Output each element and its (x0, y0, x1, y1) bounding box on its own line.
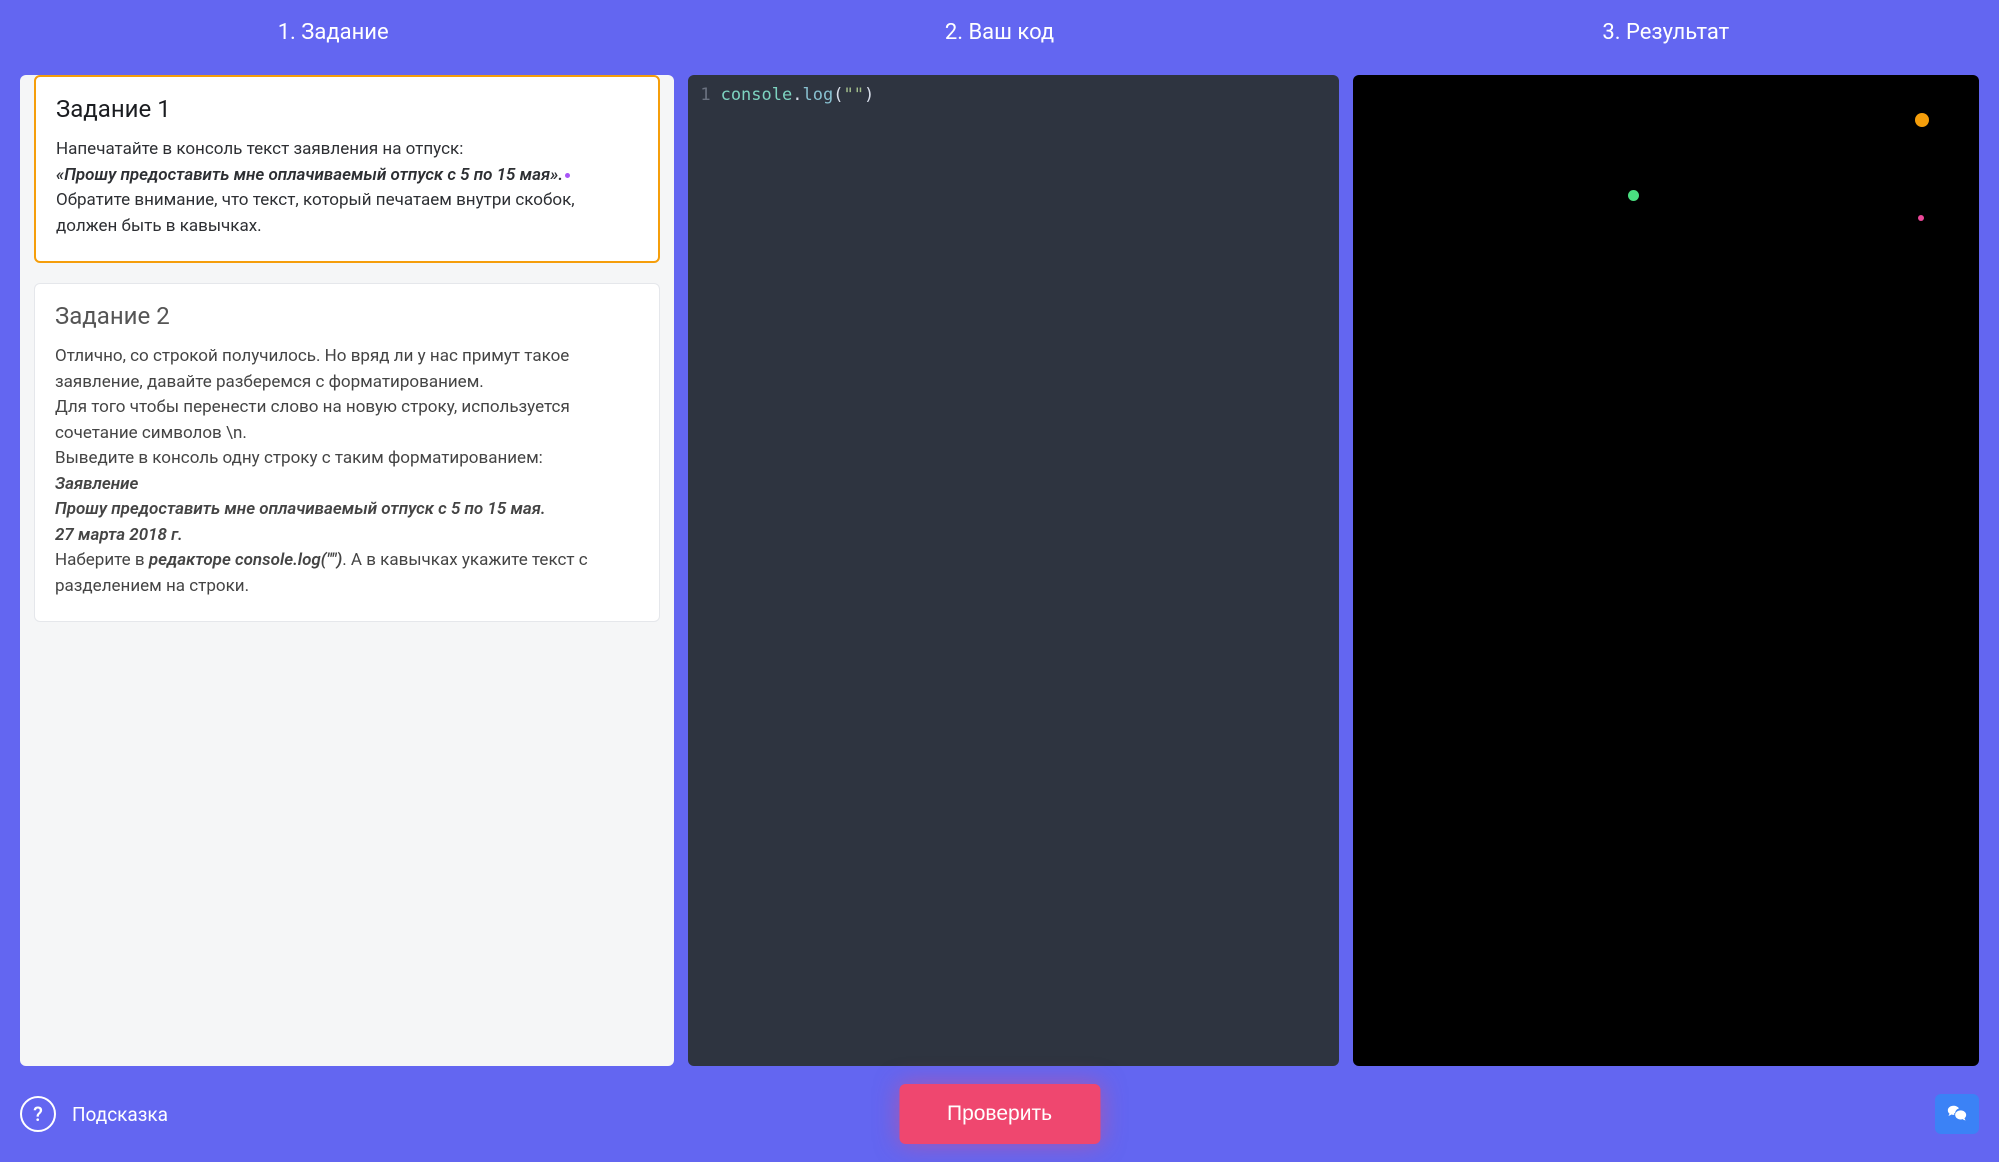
task-text: Наберите в (55, 550, 149, 570)
tab-task[interactable]: 1. Задание (0, 20, 666, 45)
footer-bar: ? Подсказка Проверить (0, 1066, 1999, 1162)
tasks-panel[interactable]: Задание 1 Напечатайте в консоль текст за… (20, 75, 674, 1066)
chat-icon (1946, 1103, 1968, 1125)
task-text: Для того чтобы перенести слово на новую … (55, 397, 570, 443)
task-title: Задание 2 (55, 302, 639, 330)
task-card-1[interactable]: Задание 1 Напечатайте в консоль текст за… (34, 75, 660, 263)
decorative-dot (1918, 215, 1924, 221)
code-content[interactable]: console.log("") (721, 85, 875, 105)
task-card-2[interactable]: Задание 2 Отлично, со строкой получилось… (34, 283, 660, 622)
main-area: Задание 1 Напечатайте в консоль текст за… (0, 75, 1999, 1066)
task-title: Задание 1 (56, 95, 638, 123)
code-editor[interactable]: 1 console.log("") (688, 75, 1338, 1066)
task-body: Отлично, со строкой получилось. Но вряд … (55, 344, 639, 599)
hint-label: Подсказка (72, 1103, 168, 1126)
decorative-dot (1628, 190, 1639, 201)
task-em: 27 марта 2018 г. (55, 525, 183, 545)
question-icon: ? (20, 1096, 56, 1132)
task-text: Обратите внимание, что текст, который пе… (56, 190, 575, 236)
task-text: Выведите в консоль одну строку с таким ф… (55, 448, 543, 468)
tab-code[interactable]: 2. Ваш код (666, 20, 1332, 45)
task-em: Заявление (55, 474, 138, 494)
code-line: 1 console.log("") (700, 85, 1326, 105)
line-number: 1 (700, 85, 710, 105)
task-text: Напечатайте в консоль текст заявления на… (56, 139, 463, 159)
task-text: Отлично, со строкой получилось. Но вряд … (55, 346, 569, 392)
task-em: «Прошу предоставить мне оплачиваемый отп… (56, 165, 563, 185)
decorative-dot (1915, 113, 1929, 127)
task-body: Напечатайте в консоль текст заявления на… (56, 137, 638, 239)
caret-dot (565, 173, 570, 178)
result-panel (1353, 75, 1979, 1066)
chat-button[interactable] (1935, 1094, 1979, 1134)
check-button[interactable]: Проверить (899, 1084, 1100, 1144)
header-tabs: 1. Задание 2. Ваш код 3. Результат (0, 0, 1999, 75)
task-em: Прошу предоставить мне оплачиваемый отпу… (55, 499, 546, 519)
hint-button[interactable]: ? Подсказка (20, 1096, 168, 1132)
tab-result[interactable]: 3. Результат (1333, 20, 1999, 45)
task-em: редакторе console.log("") (149, 550, 342, 570)
